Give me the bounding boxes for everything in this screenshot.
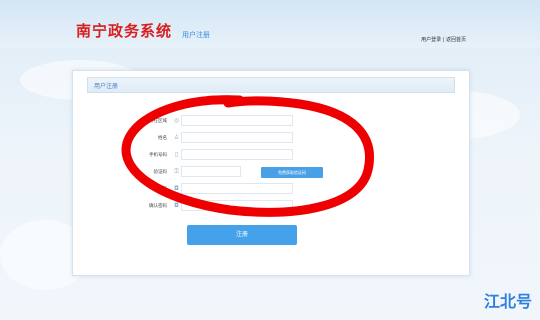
watermark-text: 江北号: [483, 292, 532, 311]
red-annotation-scribble: [121, 95, 374, 217]
annotation-circle-stroke: [121, 95, 374, 217]
